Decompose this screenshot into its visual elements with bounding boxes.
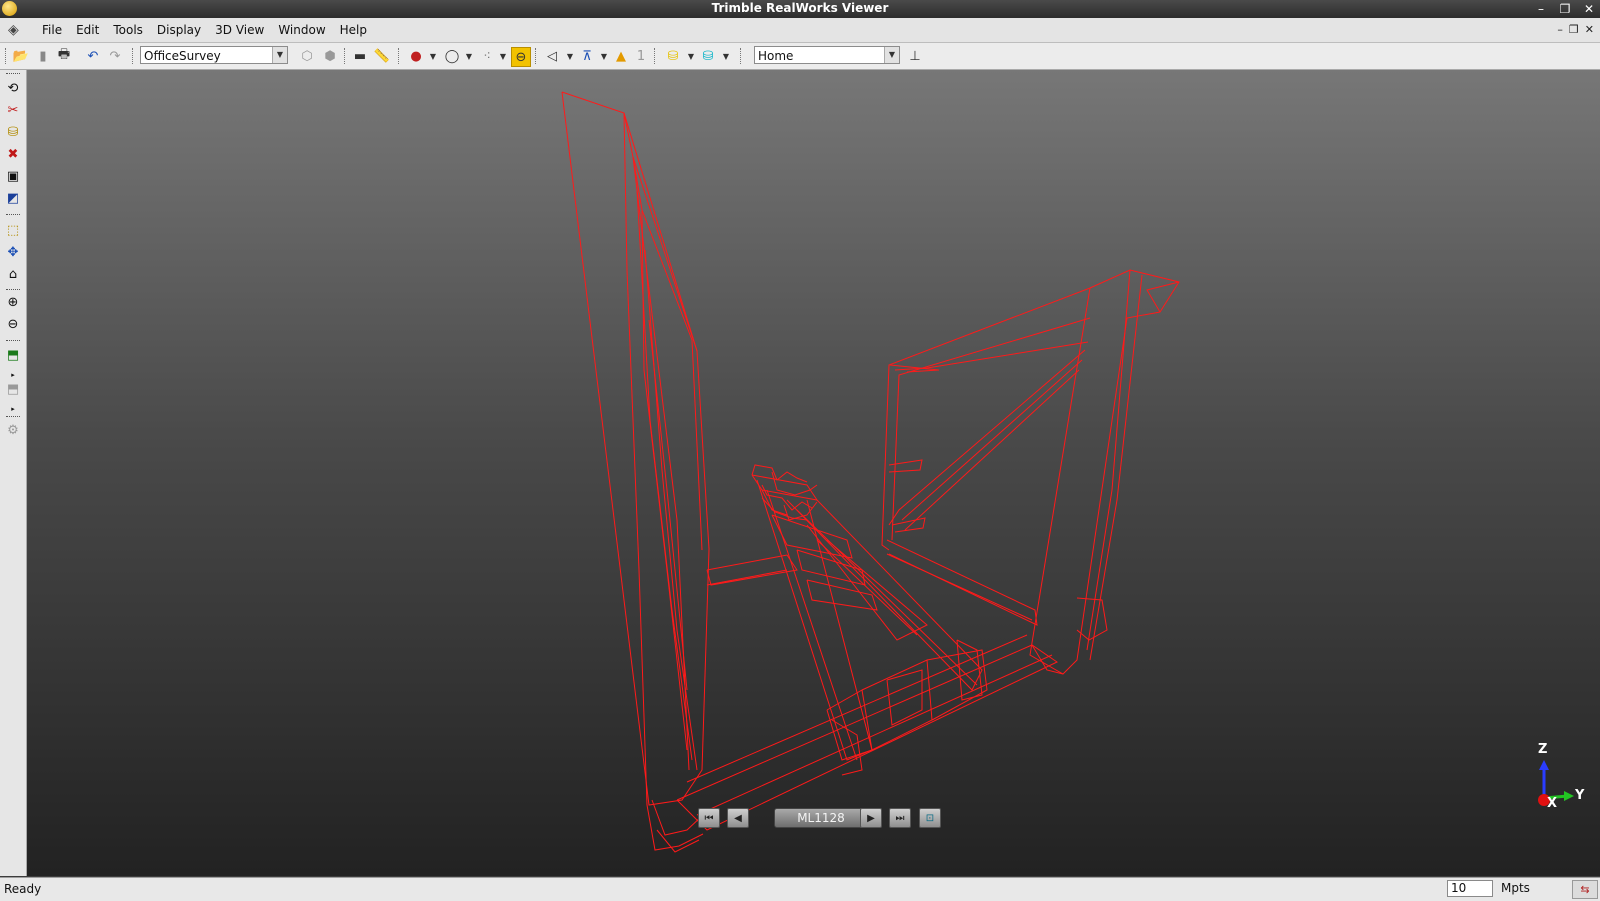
sync-icon[interactable]: ⇆ <box>1572 880 1598 899</box>
rotate-icon[interactable]: ⟲ <box>3 79 23 97</box>
object-icon[interactable]: ⬚ <box>3 221 23 239</box>
menu-file[interactable]: File <box>35 18 69 42</box>
project-combo[interactable]: OfficeSurvey ▼ <box>140 46 288 64</box>
chevron-down-icon[interactable]: ▼ <box>494 47 512 65</box>
center-rails <box>751 464 988 776</box>
maximize-icon[interactable]: ❐ <box>1558 0 1572 18</box>
status-text: Ready <box>4 882 42 896</box>
toolbar-separator <box>132 48 135 64</box>
close-icon[interactable]: ✕ <box>1582 0 1596 18</box>
color-icon[interactable]: ● <box>407 47 425 65</box>
z-axis-label: Z <box>1538 742 1548 757</box>
save-icon[interactable]: ▮ <box>34 47 52 65</box>
chevron-down-icon[interactable]: ▼ <box>272 47 287 63</box>
measure-icon[interactable]: ⬡ <box>298 47 316 65</box>
window-title: Trimble RealWorks Viewer <box>711 1 889 15</box>
print-icon[interactable]: 🖶 <box>55 47 73 65</box>
toolbar-grip[interactable] <box>5 48 8 64</box>
axis-icon[interactable]: ⊥ <box>906 47 924 65</box>
chevron-down-icon[interactable]: ▼ <box>424 47 442 65</box>
open-icon[interactable]: 📂 <box>12 47 30 65</box>
left-toolbar: ⟲ ✂ ⛁ ✖ ▣ ◩ ⬚ ✥ ⌂ ⊕ ⊖ ⬒ ▸ ⬒ ▸ ⚙ <box>0 70 27 876</box>
display-icon[interactable]: ⛁ <box>699 47 717 65</box>
main-toolbar: 📂 ▮ 🖶 ↶ ↷ OfficeSurvey ▼ ⬡ ⬢ ▬ 📏 ● ▼ ◯ ▼… <box>0 43 1600 70</box>
cut-icon[interactable]: ✂ <box>3 101 23 119</box>
ruler-icon[interactable]: ▬ <box>351 47 369 65</box>
ruler-alt-icon[interactable]: 📏 <box>373 47 391 65</box>
toolbar-separator <box>535 48 538 64</box>
view-combo[interactable]: Home ▼ <box>754 46 900 64</box>
chevron-down-icon[interactable]: ▼ <box>682 47 700 65</box>
previous-scan-button[interactable]: ◀ <box>727 808 749 828</box>
menu-bar: ◈ File Edit Tools Display 3D View Window… <box>0 18 1600 43</box>
layer-icon[interactable]: ⛁ <box>664 47 682 65</box>
toolbar-separator <box>344 48 347 64</box>
points-unit-label: Mpts <box>1501 881 1530 895</box>
left-toolbar-separator <box>6 340 20 341</box>
last-scan-button[interactable]: ⏭ <box>889 808 911 828</box>
camera-icon[interactable]: ◁ <box>543 47 561 65</box>
minimize-icon[interactable]: – <box>1534 0 1548 18</box>
doc-minimize-icon[interactable]: – <box>1557 20 1563 40</box>
menu-3d-view[interactable]: 3D View <box>208 18 271 42</box>
settings-icon[interactable]: ⚙ <box>3 421 23 439</box>
left-toolbar-separator <box>6 416 20 417</box>
left-frame <box>561 91 710 853</box>
base-frame <box>676 539 1064 831</box>
next-scan-button[interactable]: ▶ <box>860 808 882 828</box>
redo-icon[interactable]: ↷ <box>106 47 124 65</box>
zoom-in-icon[interactable]: ⊕ <box>3 293 23 311</box>
warning-icon[interactable]: ▲ <box>612 47 630 65</box>
toolbar-separator <box>654 48 657 64</box>
menu-edit[interactable]: Edit <box>69 18 106 42</box>
toolbar-separator <box>398 48 401 64</box>
y-axis-label: Y <box>1575 788 1585 803</box>
current-scan-name: ML1128 <box>774 808 868 828</box>
render-icon[interactable]: ◩ <box>3 189 23 207</box>
chevron-down-icon[interactable]: ▼ <box>595 47 613 65</box>
menu-help[interactable]: Help <box>333 18 374 42</box>
chevron-down-icon[interactable]: ▼ <box>460 47 478 65</box>
cube-icon[interactable]: ⬒ <box>3 346 23 364</box>
x-axis-label: X <box>1547 796 1558 811</box>
first-scan-button[interactable]: ⏮ <box>698 808 720 828</box>
project-combo-value: OfficeSurvey <box>144 49 221 63</box>
menu-display[interactable]: Display <box>150 18 208 42</box>
chevron-down-icon[interactable]: ▼ <box>561 47 579 65</box>
scan-view-button[interactable]: ⊡ <box>919 808 941 828</box>
chevron-down-icon[interactable]: ▼ <box>717 47 735 65</box>
left-toolbar-separator <box>6 289 20 290</box>
status-bar: Ready Mpts ⇆ <box>0 877 1600 901</box>
3d-viewport[interactable]: ⏮ ◀ ML1128 ▶ ⏭ ⊡ Z Y X <box>27 70 1600 876</box>
station-icon[interactable]: ⊼ <box>578 47 596 65</box>
undo-icon[interactable]: ↶ <box>84 47 102 65</box>
box-icon[interactable]: ▣ <box>3 167 23 185</box>
wireframe-model <box>561 91 1180 853</box>
left-toolbar-grip[interactable] <box>6 73 20 74</box>
menu-window[interactable]: Window <box>271 18 332 42</box>
title-bar: Trimble RealWorks Viewer – ❐ ✕ <box>0 0 1600 18</box>
doc-restore-icon[interactable]: ❐ <box>1569 20 1579 40</box>
segment-icon[interactable]: ⛁ <box>3 123 23 141</box>
menu-tools[interactable]: Tools <box>106 18 150 42</box>
app-menu-icon[interactable]: ◈ <box>8 22 26 38</box>
number-icon[interactable]: 1 <box>632 47 650 65</box>
remove-icon[interactable]: ✖ <box>3 145 23 163</box>
cube-alt-icon[interactable]: ⬒ <box>3 380 23 398</box>
home-icon[interactable]: ⌂ <box>3 265 23 283</box>
left-toolbar-separator <box>6 214 20 215</box>
chevron-down-icon[interactable]: ▼ <box>884 47 899 63</box>
eye-icon[interactable]: ⊖ <box>511 47 531 67</box>
zoom-out-icon[interactable]: ⊖ <box>3 315 23 333</box>
points-budget-input[interactable] <box>1447 880 1493 897</box>
measure-alt-icon[interactable]: ⬢ <box>321 47 339 65</box>
toolbar-separator <box>740 48 743 64</box>
axis-triad: Z Y X <box>1514 742 1584 818</box>
doc-close-icon[interactable]: ✕ <box>1585 20 1594 40</box>
pan-icon[interactable]: ✥ <box>3 243 23 261</box>
sphere-icon[interactable]: ◯ <box>443 47 461 65</box>
view-combo-value: Home <box>758 49 794 63</box>
